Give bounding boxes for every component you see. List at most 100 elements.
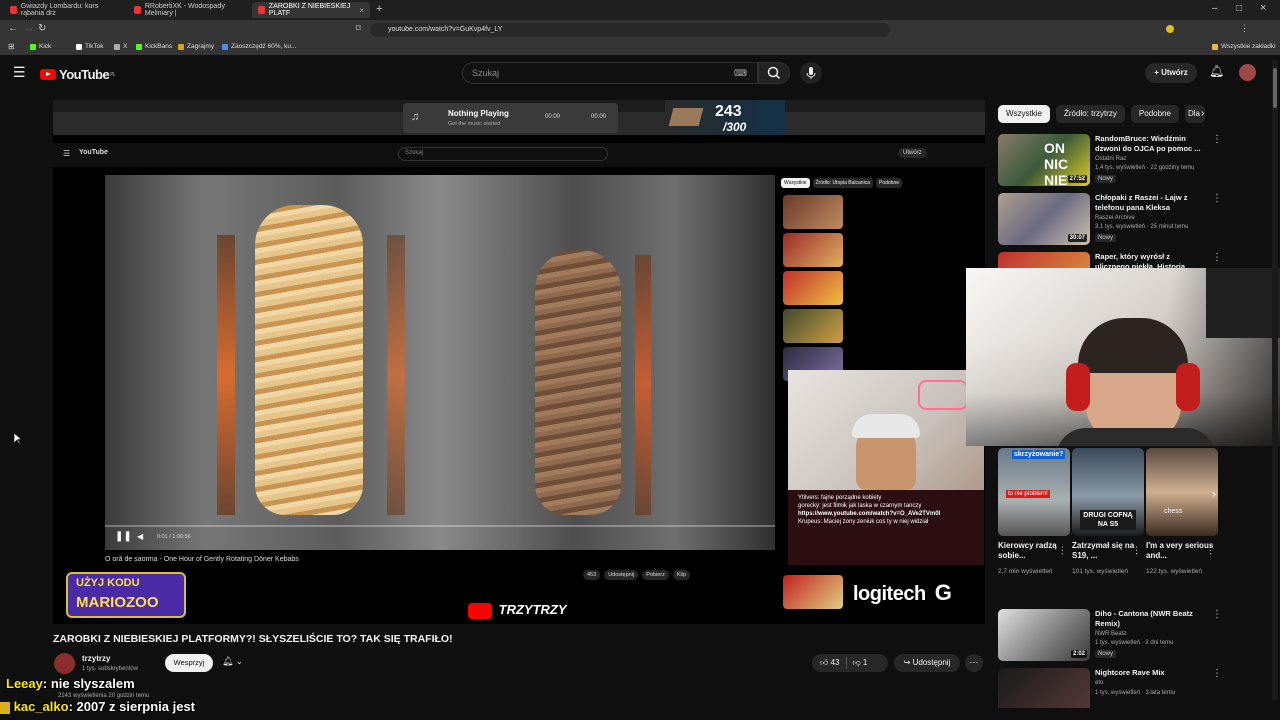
- tab-label: ZAROBKI Z NIEBIESKIEJ PLATF: [268, 3, 351, 17]
- video-title: Diho - Cantona (NWR Beatz Remix): [1095, 609, 1193, 628]
- new-badge: Nowy: [1095, 175, 1117, 183]
- promo-code-banner: UŻYJ KODU MARIOZOO: [66, 572, 186, 618]
- list-item[interactable]: Raper, który wyrósł z ulicznego piekła. …: [998, 252, 1223, 268]
- short-thumbnail[interactable]: chess: [1146, 448, 1218, 536]
- forward-icon[interactable]: →: [24, 23, 34, 34]
- maximize-icon[interactable]: □: [1236, 3, 1242, 14]
- hamburger-menu-icon[interactable]: ☰: [13, 64, 26, 81]
- pause-icon[interactable]: ❚❚: [115, 531, 132, 542]
- reload-icon[interactable]: ↻: [38, 23, 46, 34]
- youtube-favicon-icon: [258, 6, 265, 14]
- create-button[interactable]: + Utwórz: [1145, 63, 1197, 83]
- bookmark-deal[interactable]: Zaoszczędź 60%, ku...: [222, 43, 296, 50]
- voice-search-button[interactable]: [800, 62, 822, 84]
- tab-label: RRobertiXK - Wodospady Meliniary |: [144, 3, 225, 17]
- more-options-icon[interactable]: ⋮: [1132, 545, 1141, 556]
- browser-tab[interactable]: RRobertiXK - Wodospady Meliniary |: [128, 2, 248, 18]
- short-thumbnail[interactable]: skrzyżowanie? to nie problem!: [998, 448, 1070, 536]
- close-tab-icon[interactable]: ×: [359, 6, 364, 15]
- microphone-icon: [806, 67, 816, 79]
- notification-subscribe-button[interactable]: 🔔︎ ⌄: [222, 656, 243, 667]
- back-icon[interactable]: ←: [8, 23, 18, 34]
- video-player[interactable]: ♫ Nothing Playing Get the music started …: [53, 100, 985, 624]
- meat-doner: [535, 250, 621, 515]
- minimize-icon[interactable]: –: [1212, 3, 1218, 14]
- notifications-bell-icon[interactable]: 🔔︎: [1209, 64, 1224, 78]
- chat-username: Leeay: [6, 676, 43, 691]
- chip-source[interactable]: Źródło: trzytrzy: [1056, 105, 1125, 123]
- more-options-icon[interactable]: ⋮: [1212, 668, 1222, 679]
- subscriber-count: 1 tys. subskrybentów: [82, 666, 139, 672]
- more-options-icon[interactable]: ⋮: [1212, 134, 1222, 145]
- more-actions-button[interactable]: ⋯: [965, 654, 983, 672]
- join-button[interactable]: Wesprzyj: [165, 654, 213, 672]
- all-bookmarks[interactable]: Wszystkie zakładki: [1212, 43, 1276, 50]
- channel-name[interactable]: trzytrzy: [82, 654, 110, 663]
- avatar[interactable]: [1239, 64, 1256, 81]
- chevron-right-icon[interactable]: ›: [1201, 108, 1204, 119]
- chat-username: kac_alko: [13, 699, 69, 714]
- bookmark-icon[interactable]: ⌑: [356, 23, 361, 34]
- bookmark-kick[interactable]: Kick: [30, 43, 51, 50]
- more-options-icon[interactable]: ⋮: [1212, 609, 1222, 620]
- search-input[interactable]: Szukaj ⌨: [462, 62, 758, 84]
- chicken-doner: [255, 205, 363, 515]
- bookmark-kickbans[interactable]: KickBans: [136, 43, 172, 50]
- more-options-icon[interactable]: ⋮: [1212, 252, 1222, 263]
- volume-icon[interactable]: ◀︎: [137, 532, 143, 541]
- short-thumbnail[interactable]: DRUGI COFNĄ NA S5: [1072, 448, 1144, 536]
- extension-icon[interactable]: [1166, 25, 1174, 33]
- new-tab-icon[interactable]: +: [376, 3, 382, 15]
- chevron-right-icon[interactable]: ›: [1212, 487, 1216, 501]
- chip-all[interactable]: Wszystkie: [998, 105, 1050, 123]
- menu-icon[interactable]: ⋮: [1240, 23, 1249, 34]
- video-meta: 1 tys. wyświetleń · 2 dni temu: [1095, 640, 1174, 646]
- bookmark-tiktok[interactable]: TikTok: [76, 43, 104, 50]
- browser-tab-active[interactable]: ZAROBKI Z NIEBIESKIEJ PLATF ×: [252, 2, 370, 18]
- apps-grid-icon[interactable]: ⊞: [8, 42, 15, 51]
- list-item[interactable]: Nightcore Rave Mix eto 1 tys. wyświetleń…: [998, 668, 1223, 708]
- bookmark-x[interactable]: X: [114, 43, 127, 50]
- video-title: RandomBruce: Wiedźmin dzwoni do OJCA po …: [1095, 134, 1201, 153]
- inner-chat: Ytilvers: fajne porządne kobiety gorecky…: [788, 490, 984, 565]
- video-channel: Raszei Archive: [1095, 215, 1135, 221]
- goal-counter: 243 /300: [665, 100, 785, 135]
- chip-related[interactable]: Podobne: [1130, 105, 1179, 123]
- short-views: 122 tys. wyświetleń: [1146, 568, 1202, 575]
- url-field[interactable]: youtube.com/watch?v=GuKvp4fv_LY: [370, 23, 890, 37]
- youtube-favicon-icon: [134, 6, 141, 14]
- chat-text: : 2007 z sierpnia jest: [68, 699, 196, 714]
- list-item[interactable]: 2:02 Diho - Cantona (NWR Beatz Remix) NW…: [998, 609, 1223, 661]
- progress-bar[interactable]: [105, 525, 775, 527]
- youtube-header: ☰ YouTube PL Szukaj ⌨ + Utwórz 🔔︎: [0, 55, 1280, 93]
- share-button[interactable]: ↪ Udostępnij: [894, 654, 960, 672]
- now-playing-widget: ♫ Nothing Playing Get the music started …: [403, 103, 618, 133]
- more-options-icon[interactable]: ⋮: [1058, 545, 1067, 556]
- search-button[interactable]: [758, 62, 790, 84]
- youtube-logo[interactable]: YouTube PL: [40, 67, 116, 82]
- video-thumbnail: [783, 195, 843, 229]
- youtube-play-icon: [40, 69, 56, 80]
- channel-avatar[interactable]: [54, 653, 75, 674]
- dislike-button[interactable]: 👎︎ 1: [853, 658, 868, 668]
- browser-tab[interactable]: Gwiazdy Lombardu: kurs rąbania drz: [4, 2, 124, 18]
- tiktok-icon: [76, 43, 82, 50]
- more-options-icon[interactable]: ⋮: [1212, 193, 1222, 204]
- list-item[interactable]: ON NICNIE WIE 27:52 RandomBruce: Wiedźmi…: [998, 134, 1223, 186]
- headphones: [1066, 363, 1090, 411]
- keyboard-icon[interactable]: ⌨: [734, 63, 747, 83]
- video-thumbnail: ON NICNIE WIE 27:52: [998, 134, 1090, 186]
- inner-video-controls: ❚❚ ◀︎ 0:01 / 1:00:56: [105, 525, 775, 550]
- more-options-icon[interactable]: ⋮: [1206, 545, 1215, 556]
- inner-video-actions: 453 Udostępnij Pobierz Klip: [583, 570, 691, 580]
- new-badge: Nowy: [1095, 650, 1117, 658]
- video-channel: NWR Beatz: [1095, 631, 1127, 637]
- chat-message: kac_alko: 2007 z sierpnia jest: [0, 699, 195, 715]
- search-icon: [767, 66, 781, 80]
- bookmark-zagrajmy[interactable]: Zagrajmy: [178, 43, 214, 50]
- mouse-cursor-icon: [14, 433, 22, 445]
- like-button[interactable]: 👍︎ 43: [812, 658, 840, 668]
- list-item[interactable]: 30:07 Chłopaki z Raszei - Lajw z telefon…: [998, 193, 1223, 245]
- close-window-icon[interactable]: ×: [1260, 2, 1266, 14]
- page-scrollbar[interactable]: [1272, 60, 1278, 700]
